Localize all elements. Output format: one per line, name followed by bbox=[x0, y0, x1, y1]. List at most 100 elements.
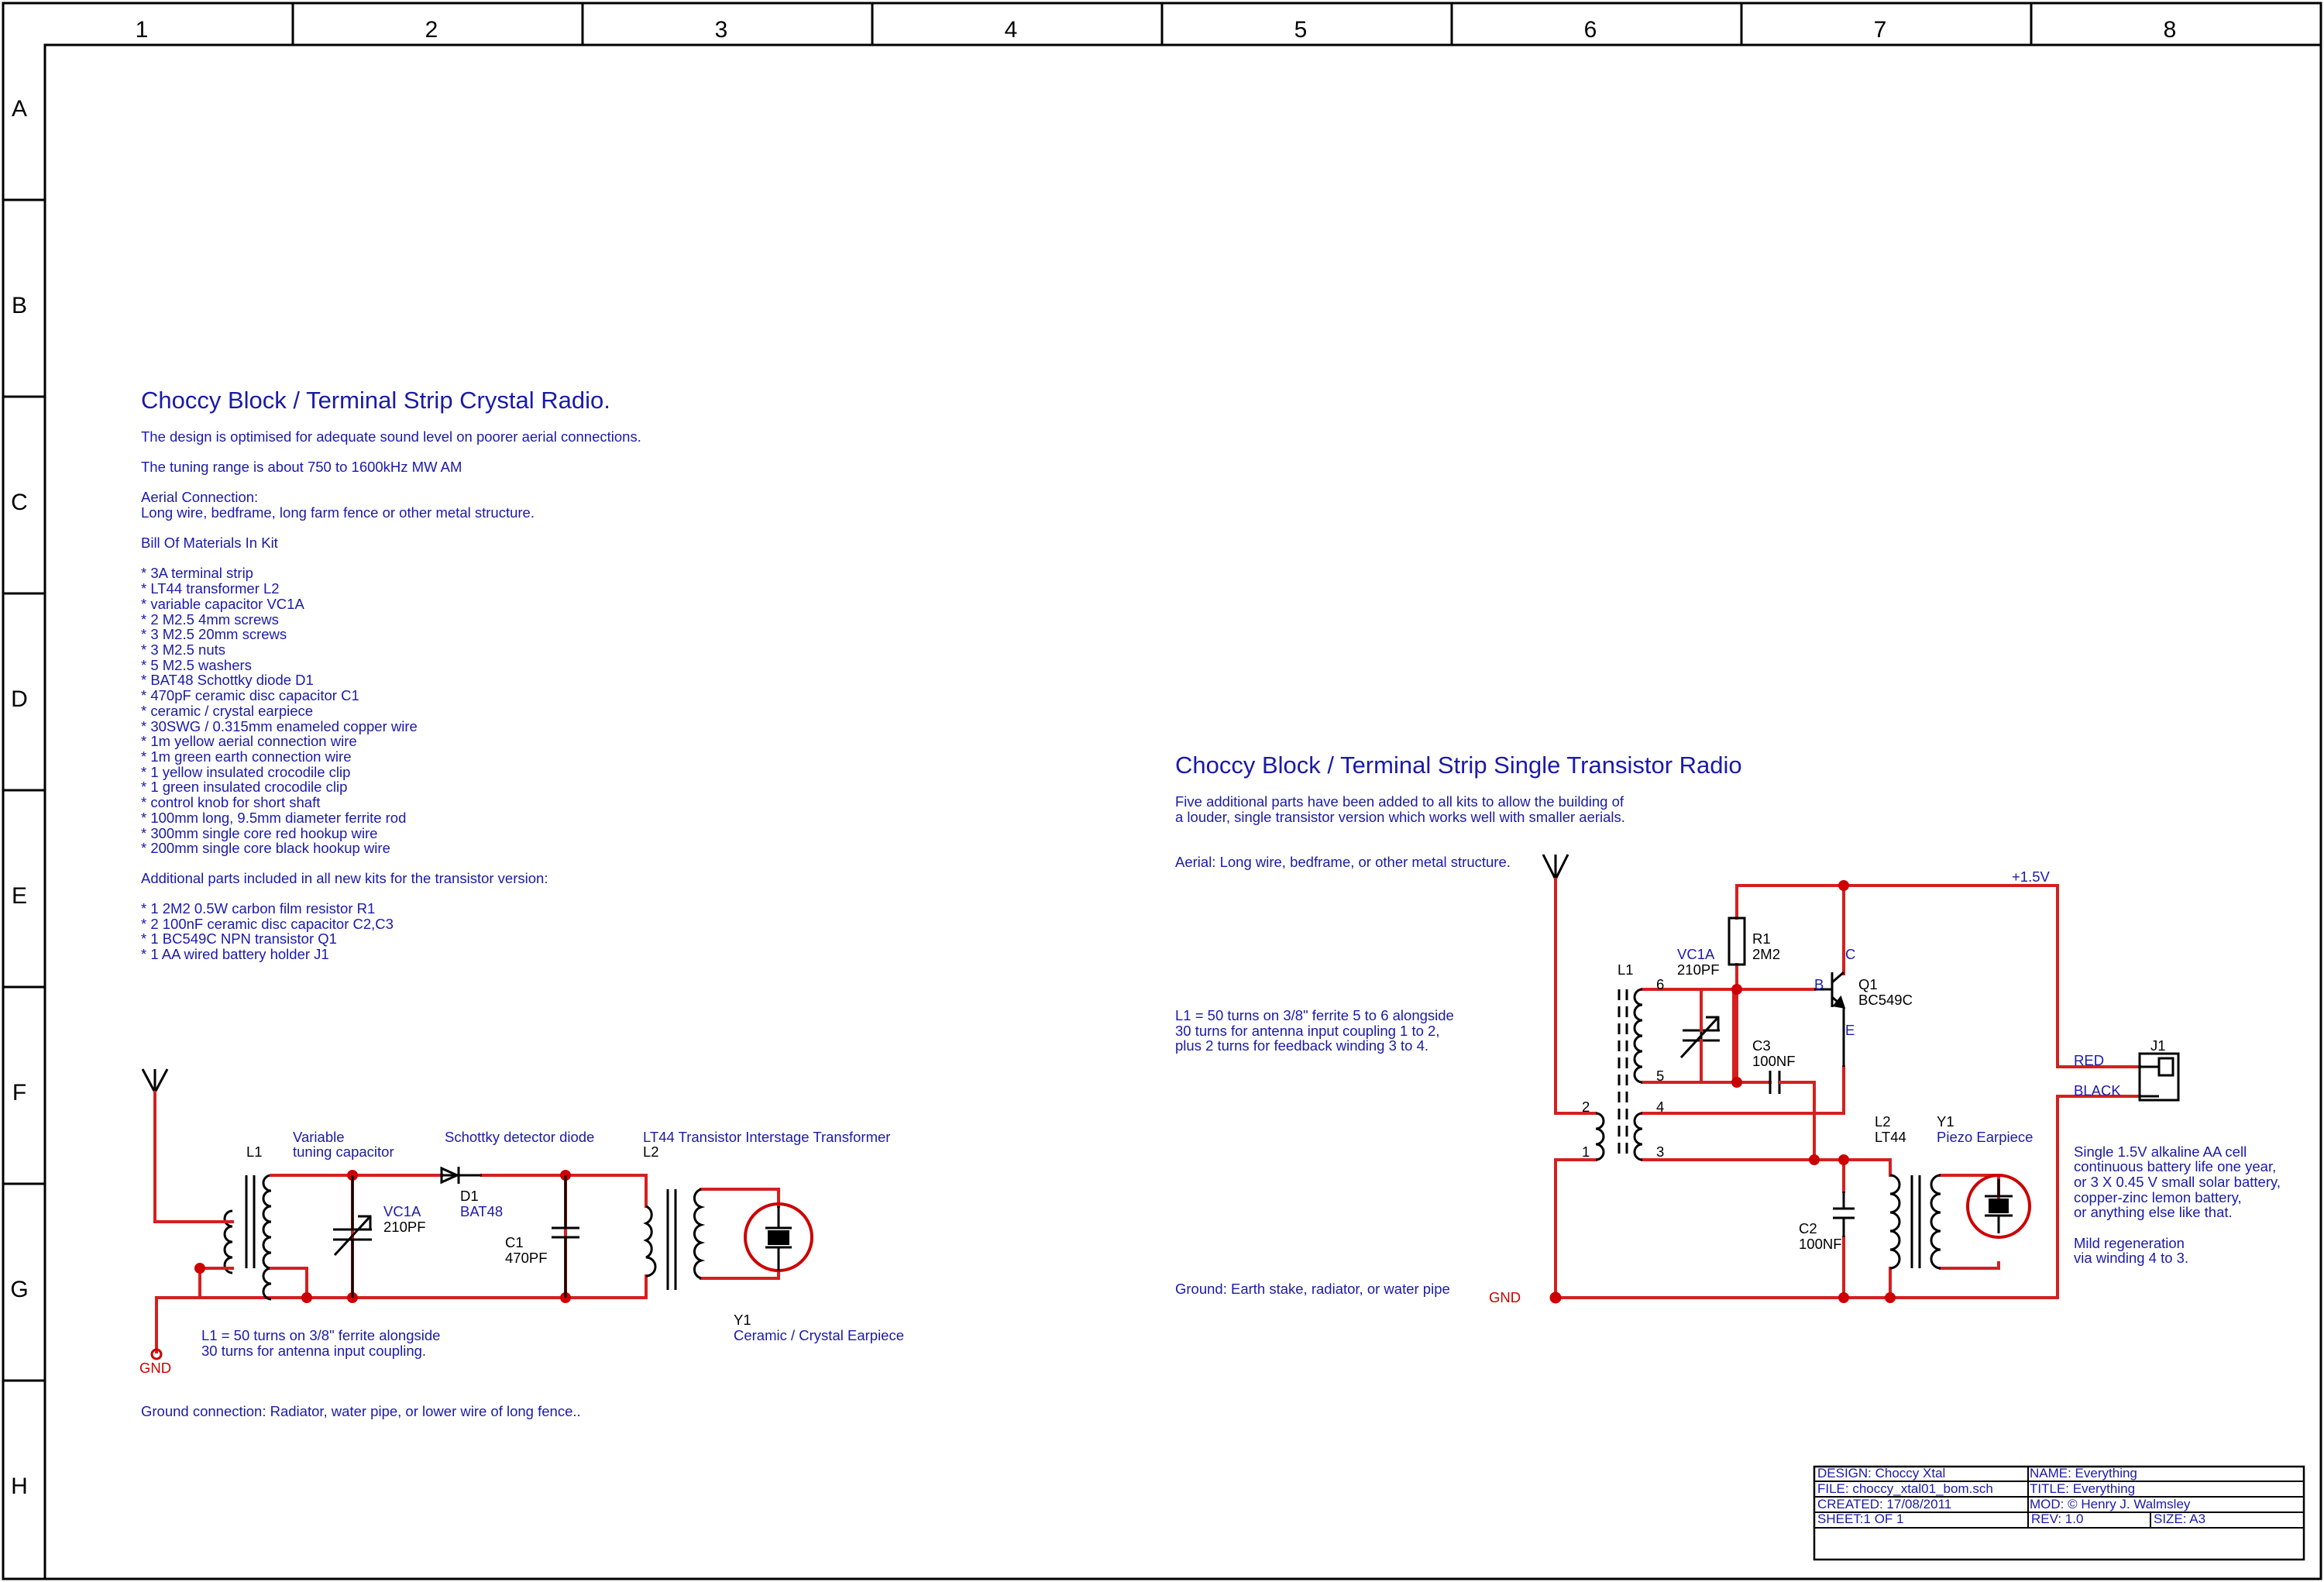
pin-c-label: C bbox=[1845, 946, 1855, 962]
c2-value: 100NF bbox=[1799, 1236, 1842, 1252]
tb-rev: REV: 1.0 bbox=[2031, 1511, 2083, 1526]
c2-label: C2 bbox=[1799, 1220, 1817, 1236]
col-label-4: 4 bbox=[1005, 17, 1018, 43]
junction-dot bbox=[1838, 1292, 1849, 1303]
transistor-intro-1: Five additional parts have been added to… bbox=[1175, 793, 1624, 810]
col-label-7: 7 bbox=[1874, 17, 1887, 43]
col-label-3: 3 bbox=[715, 17, 728, 43]
battery-note: or 3 X 0.45 V small solar battery, bbox=[2074, 1174, 2281, 1190]
crystal-gnd-label: GND bbox=[139, 1360, 171, 1376]
crystal-note-2: The tuning range is about 750 to 1600kHz… bbox=[141, 459, 462, 475]
pin-1: 1 bbox=[1582, 1144, 1590, 1160]
tb-mod: MOD: © Henry J. Walmsley bbox=[2030, 1497, 2191, 1511]
bom-item: * 30SWG / 0.315mm enameled copper wire bbox=[141, 718, 418, 734]
bom-item: * 300mm single core red hookup wire bbox=[141, 825, 377, 841]
frame-column-labels: 1 2 3 4 5 6 7 8 bbox=[136, 17, 2177, 43]
tb-created: CREATED: 17/08/2011 bbox=[1817, 1497, 1951, 1511]
bom-item: * 3 M2.5 nuts bbox=[141, 641, 225, 658]
red-wire-label: RED bbox=[2074, 1052, 2104, 1068]
bom-item: * 5 M2.5 washers bbox=[141, 657, 252, 673]
vc1a-variable-capacitor bbox=[333, 1175, 372, 1298]
transistor-l1-note: 30 turns for antenna input coupling 1 to… bbox=[1175, 1023, 1439, 1039]
bom-item: * 1 yellow insulated crocodile clip bbox=[141, 764, 350, 780]
tb-sheet: SHEET:1 OF 1 bbox=[1817, 1511, 1903, 1526]
col-label-5: 5 bbox=[1294, 17, 1308, 43]
title-block: DESIGN: Choccy Xtal NAME: Everything FIL… bbox=[1813, 1465, 2305, 1561]
y1-label: Y1 bbox=[1937, 1113, 1954, 1130]
r1-label: R1 bbox=[1752, 930, 1771, 947]
y1-crystal-earpiece bbox=[744, 1202, 813, 1272]
lt44-label: LT44 Transistor Interstage Transformer bbox=[643, 1129, 890, 1145]
l1-ferrite-transformer bbox=[223, 1174, 272, 1301]
tb-title: TITLE: Everything bbox=[2030, 1481, 2135, 1496]
junction-dot bbox=[1838, 1154, 1849, 1165]
additional-item: * 1 BC549C NPN transistor Q1 bbox=[141, 930, 337, 947]
pin-2: 2 bbox=[1582, 1099, 1590, 1115]
schematic-sheet: 1 2 3 4 5 6 7 8 A B C D E F G H Choccy B… bbox=[2, 2, 2322, 1580]
l1-note-2: 30 turns for antenna input coupling. bbox=[201, 1343, 426, 1359]
regen-note: via winding 4 to 3. bbox=[2074, 1250, 2188, 1266]
bat48-label: BAT48 bbox=[460, 1203, 503, 1219]
pin-e-label: E bbox=[1845, 1022, 1855, 1038]
col-label-2: 2 bbox=[425, 17, 438, 43]
tb-design: DESIGN: Choccy Xtal bbox=[1817, 1466, 1945, 1481]
junction-dot bbox=[194, 1263, 205, 1274]
supply-label: +1.5V bbox=[2012, 868, 2051, 885]
transistor-gnd-label: GND bbox=[1489, 1289, 1521, 1305]
black-wire-label: BLACK bbox=[2074, 1082, 2121, 1099]
bom-item: * ceramic / crystal earpiece bbox=[141, 703, 313, 719]
row-label-f: F bbox=[12, 1080, 26, 1106]
pin-6: 6 bbox=[1656, 976, 1664, 992]
transistor-l1-note: L1 = 50 turns on 3/8" ferrite 5 to 6 alo… bbox=[1175, 1007, 1454, 1023]
bom-item: * 1 green insulated crocodile clip bbox=[141, 779, 347, 795]
junction-dot bbox=[1885, 1292, 1896, 1303]
crystal-title: Choccy Block / Terminal Strip Crystal Ra… bbox=[141, 387, 610, 414]
schottky-label: Schottky detector diode bbox=[445, 1129, 594, 1145]
transistor-intro-2: a louder, single transistor version whic… bbox=[1175, 809, 1625, 825]
bom-item: * control knob for short shaft bbox=[141, 794, 320, 810]
transistor-ground-note: Ground: Earth stake, radiator, or water … bbox=[1175, 1281, 1450, 1297]
q1-value: BC549C bbox=[1858, 992, 1913, 1008]
l2-lt44-transformer bbox=[643, 1188, 706, 1290]
tb-name: NAME: Everything bbox=[2030, 1466, 2137, 1481]
row-label-b: B bbox=[12, 293, 27, 318]
l2-label: L2 bbox=[1875, 1113, 1891, 1130]
crystal-note-1: The design is optimised for adequate sou… bbox=[141, 428, 641, 445]
battery-note: continuous battery life one year, bbox=[2074, 1158, 2276, 1174]
pin-b-label: B bbox=[1814, 976, 1824, 992]
vc1a-value: 210PF bbox=[1677, 961, 1720, 978]
l1-label: L1 bbox=[1618, 961, 1634, 978]
pin-5: 5 bbox=[1656, 1068, 1664, 1084]
j1-battery-holder bbox=[2138, 1052, 2180, 1102]
col-label-8: 8 bbox=[2164, 17, 2177, 43]
junction-dot bbox=[1809, 1154, 1820, 1165]
d1-label: D1 bbox=[460, 1188, 479, 1204]
row-label-d: D bbox=[11, 686, 28, 712]
bom-item: * 200mm single core black hookup wire bbox=[141, 840, 390, 856]
crystal-antenna bbox=[141, 1068, 169, 1093]
bom-item: * 2 M2.5 4mm screws bbox=[141, 611, 279, 628]
vc1a-label: VC1A bbox=[383, 1203, 421, 1219]
pin-4: 4 bbox=[1656, 1099, 1664, 1115]
junction-dot bbox=[301, 1292, 312, 1303]
additional-header: Additional parts included in all new kit… bbox=[141, 870, 548, 886]
transistor-radio-text: Choccy Block / Terminal Strip Single Tra… bbox=[1175, 751, 2281, 1297]
ground-connection-note: Ground connection: Radiator, water pipe,… bbox=[141, 1403, 581, 1419]
j1-label: J1 bbox=[2150, 1037, 2166, 1054]
crystal-circuit: Variable tuning capacitor VC1A Schottky … bbox=[139, 1068, 904, 1419]
junction-dot bbox=[1731, 1077, 1742, 1088]
row-label-a: A bbox=[12, 96, 27, 122]
l1-ferrite-coil bbox=[1595, 988, 1643, 1161]
c3-value: 100NF bbox=[1752, 1053, 1796, 1069]
crystal-note-4: Long wire, bedframe, long farm fence or … bbox=[141, 504, 535, 521]
battery-note: copper-zinc lemon battery, bbox=[2074, 1189, 2242, 1205]
bom-item: * 1m yellow aerial connection wire bbox=[141, 733, 357, 749]
col-label-6: 6 bbox=[1584, 17, 1597, 43]
battery-note: Single 1.5V alkaline AA cell bbox=[2074, 1144, 2247, 1160]
l2-lt44-transformer bbox=[1889, 1174, 1941, 1270]
junction-dot bbox=[1838, 880, 1849, 891]
piezo-label: Piezo Earpiece bbox=[1937, 1129, 2033, 1145]
row-label-g: G bbox=[10, 1277, 28, 1302]
bom-item: * BAT48 Schottky diode D1 bbox=[141, 672, 314, 688]
vcap-label-2: tuning capacitor bbox=[293, 1144, 394, 1160]
